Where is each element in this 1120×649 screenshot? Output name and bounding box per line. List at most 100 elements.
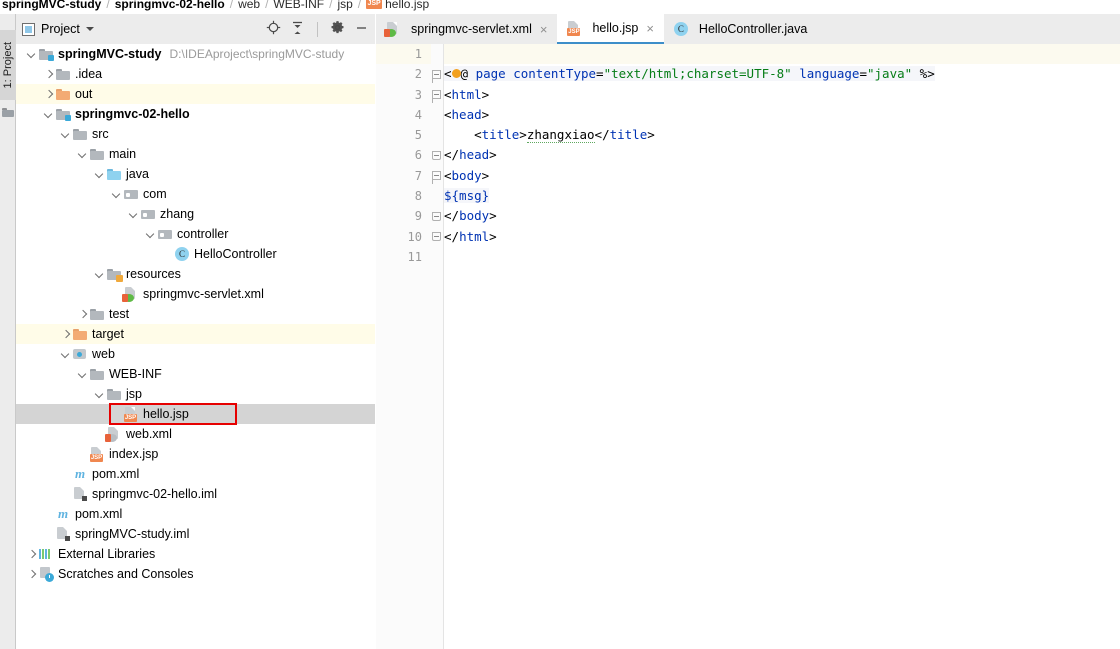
project-title-dropdown[interactable]: Project: [22, 22, 94, 36]
chevron-down-icon[interactable]: [60, 349, 71, 360]
tree-row-com[interactable]: com: [16, 184, 375, 204]
tree-row-java[interactable]: java: [16, 164, 375, 184]
folder-orange-icon: [56, 88, 70, 100]
tree-row-hellocontroller[interactable]: C HelloController: [16, 244, 375, 264]
tree-row-label: controller: [177, 227, 229, 241]
chevron-down-icon[interactable]: [85, 27, 94, 31]
folder-icon[interactable]: [2, 106, 14, 117]
package-icon: [141, 208, 155, 220]
chevron-right-icon[interactable]: [60, 329, 71, 340]
tree-row-web-xml[interactable]: web.xml: [16, 424, 375, 444]
fold-icon-head[interactable]: [432, 90, 441, 103]
chevron-down-icon[interactable]: [77, 149, 88, 160]
tree-row-index-jsp[interactable]: JSP index.jsp: [16, 444, 375, 464]
tree-row-web[interactable]: web: [16, 344, 375, 364]
tree-row-main[interactable]: main: [16, 144, 375, 164]
tab-hello-jsp[interactable]: JSP hello.jsp ×: [557, 14, 664, 44]
tree-row-web-inf[interactable]: WEB-INF: [16, 364, 375, 384]
tree-row-label: springmvc-02-hello.iml: [92, 487, 218, 501]
tree-row-resources[interactable]: resources: [16, 264, 375, 284]
chevron-down-icon[interactable]: [94, 269, 105, 280]
iml-icon: [73, 487, 87, 501]
chevron-down-icon[interactable]: [145, 229, 156, 240]
breadcrumb-item-3[interactable]: WEB-INF: [273, 0, 324, 10]
chevron-down-icon[interactable]: [94, 389, 105, 400]
folder-icon: [90, 148, 104, 160]
chevron-down-icon[interactable]: [77, 369, 88, 380]
locate-in-tree-icon[interactable]: [266, 20, 281, 38]
code-content[interactable]: < @ page contentType="text/html;charset=U…: [444, 44, 1120, 649]
intention-bulb-icon[interactable]: [451, 69, 461, 79]
tree-row-scratches-and-consoles[interactable]: Scratches and Consoles: [16, 564, 375, 584]
tree-row-pom-xml[interactable]: m pom.xml: [16, 464, 375, 484]
tree-row-label: External Libraries: [58, 547, 156, 561]
tree-row-jsp[interactable]: jsp: [16, 384, 375, 404]
spring-xml-icon: [384, 22, 400, 37]
project-header-buttons: [266, 20, 369, 38]
code-line-5: <title>zhangxiao</title>: [444, 127, 655, 144]
tree-row-springmvc-servlet-xml[interactable]: springmvc-servlet.xml: [16, 284, 375, 304]
breadcrumb-item-0[interactable]: springMVC-study: [2, 0, 101, 10]
fold-icon-body[interactable]: [432, 171, 441, 184]
tree-row-springmvc-study[interactable]: springMVC-study D:\IDEAproject\springMVC-…: [16, 44, 375, 64]
code-line-1: [444, 44, 1120, 65]
breadcrumb-item-1[interactable]: springmvc-02-hello: [115, 0, 225, 10]
chevron-down-icon[interactable]: [111, 189, 122, 200]
project-tree[interactable]: springMVC-study D:\IDEAproject\springMVC-…: [16, 44, 375, 649]
fold-end-icon-head[interactable]: [432, 151, 441, 160]
tree-row-target[interactable]: target: [16, 324, 375, 344]
chevron-right-icon[interactable]: [43, 89, 54, 100]
chevron-down-icon[interactable]: [128, 209, 139, 220]
tree-row-zhang[interactable]: zhang: [16, 204, 375, 224]
tab-springmvc-servlet-xml[interactable]: springmvc-servlet.xml ×: [376, 14, 557, 44]
minimize-icon[interactable]: [354, 20, 369, 38]
folder-icon: [56, 68, 70, 80]
tree-row-label: resources: [126, 267, 181, 281]
tree-row-external-libraries[interactable]: External Libraries: [16, 544, 375, 564]
tree-row-springmvc-study-iml[interactable]: springMVC-study.iml: [16, 524, 375, 544]
folder-orange-icon: [73, 328, 87, 340]
chevron-down-icon[interactable]: [43, 109, 54, 120]
chevron-down-icon[interactable]: [60, 129, 71, 140]
line-number: 7: [414, 168, 422, 183]
close-icon[interactable]: ×: [646, 22, 654, 35]
fold-end-icon-html[interactable]: [432, 232, 441, 241]
gear-icon[interactable]: [330, 20, 345, 38]
tab-hellocontroller-java[interactable]: C HelloController.java: [664, 14, 817, 44]
tree-row-label: .idea: [75, 67, 103, 81]
sidebar-item-project[interactable]: 1: Project: [0, 30, 16, 100]
tree-row-test[interactable]: test: [16, 304, 375, 324]
tree-row-out[interactable]: out: [16, 84, 375, 104]
chevron-right-icon[interactable]: [26, 569, 37, 580]
jsp-file-icon: JSP: [90, 447, 104, 462]
code-fold-gutter[interactable]: [431, 44, 444, 649]
chevron-right-icon[interactable]: [77, 309, 88, 320]
tree-row-hello-jsp[interactable]: JSP hello.jsp: [16, 404, 375, 424]
breadcrumb-item-5[interactable]: JSP hello.jsp: [366, 0, 429, 10]
tree-row-src[interactable]: src: [16, 124, 375, 144]
chevron-down-icon[interactable]: [94, 169, 105, 180]
fold-icon-html[interactable]: [432, 70, 441, 83]
fold-end-icon-body[interactable]: [432, 212, 441, 221]
tag-head-open: head: [451, 106, 482, 122]
tree-row-springmvc-02-hello[interactable]: springmvc-02-hello: [16, 104, 375, 124]
chevron-right-icon[interactable]: [43, 69, 54, 80]
tree-row-label: index.jsp: [109, 447, 159, 461]
chevron-right-icon[interactable]: [26, 549, 37, 560]
tree-row-controller[interactable]: controller: [16, 224, 375, 244]
collapse-all-icon[interactable]: [290, 20, 305, 38]
tree-row-springmvc-02-hello-iml[interactable]: springmvc-02-hello.iml: [16, 484, 375, 504]
chevron-down-icon[interactable]: [26, 49, 37, 60]
breadcrumb-item-4[interactable]: jsp: [337, 0, 352, 10]
tree-row-label: pom.xml: [92, 467, 140, 481]
close-icon[interactable]: ×: [540, 23, 548, 36]
tree-row-pom-xml[interactable]: m pom.xml: [16, 504, 375, 524]
line-number: 3: [414, 87, 422, 102]
tree-row-idea[interactable]: .idea: [16, 64, 375, 84]
code-editor[interactable]: 1 2 3 4 5 6 7 8 9 10 11 < @ page contentType="text/…: [376, 44, 1120, 649]
tree-row-label: springMVC-study: [58, 47, 162, 61]
breadcrumb-item-2[interactable]: web: [238, 0, 260, 10]
